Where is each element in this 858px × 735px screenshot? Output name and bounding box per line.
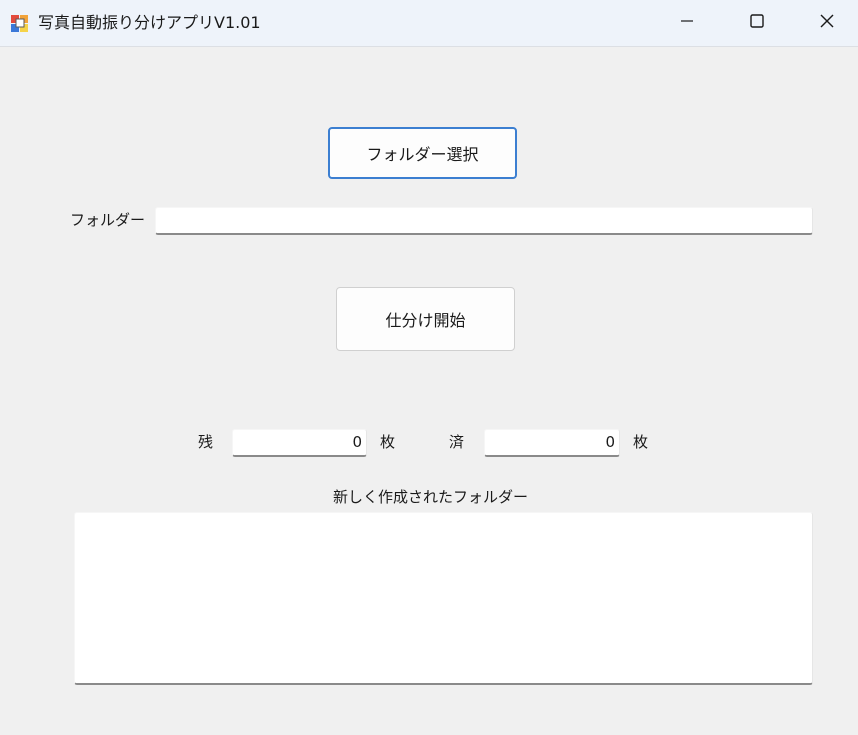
title-bar: 写真自動振り分けアプリV1.01 (0, 0, 858, 47)
new-folders-list[interactable] (74, 512, 813, 685)
select-folder-button[interactable]: フォルダー選択 (328, 127, 517, 179)
minimize-button[interactable] (652, 0, 722, 46)
start-sorting-button[interactable]: 仕分け開始 (336, 287, 515, 351)
done-count-field[interactable]: 0 (484, 429, 620, 457)
done-label: 済 (449, 433, 465, 451)
remaining-label: 残 (198, 433, 214, 451)
maximize-button[interactable] (722, 0, 792, 46)
folder-label: フォルダー (70, 211, 146, 229)
minimize-icon (679, 13, 695, 33)
folder-path-input[interactable] (155, 207, 813, 235)
done-unit-label: 枚 (633, 433, 649, 451)
new-folders-label: 新しく作成されたフォルダー (333, 488, 529, 506)
close-button[interactable] (792, 0, 858, 46)
app-icon[interactable] (10, 13, 30, 33)
remaining-count-field[interactable]: 0 (232, 429, 367, 457)
close-icon (819, 13, 835, 33)
remaining-unit-label: 枚 (380, 433, 396, 451)
maximize-icon (749, 13, 765, 33)
window-title: 写真自動振り分けアプリV1.01 (38, 13, 261, 32)
